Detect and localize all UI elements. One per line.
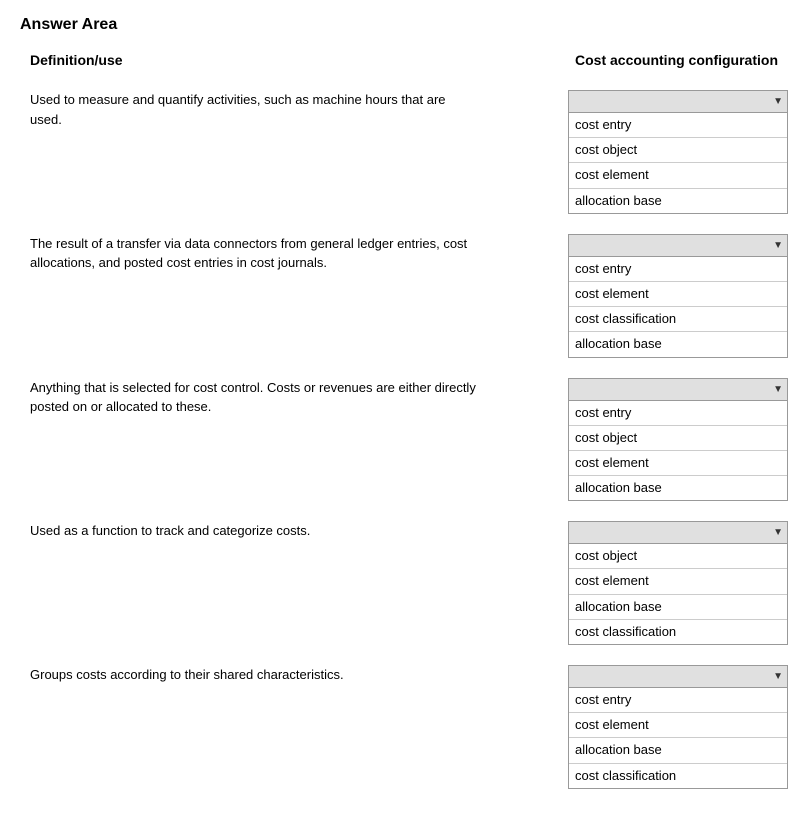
dropdown-container-5: ▼ cost entrycost elementallocation baseco… [500, 665, 788, 789]
dropdown-item-5-3[interactable]: allocation base [569, 738, 787, 763]
definition-text-1: Used to measure and quantify activities,… [20, 90, 500, 129]
dropdown-item-4-1[interactable]: cost object [569, 544, 787, 569]
dropdown-item-1-1[interactable]: cost entry [569, 113, 787, 138]
dropdown-item-4-2[interactable]: cost element [569, 569, 787, 594]
dropdown-header-3[interactable]: ▼ [569, 379, 787, 401]
dropdown-item-3-3[interactable]: cost element [569, 451, 787, 476]
table-row: Used as a function to track and categori… [20, 513, 788, 645]
header-definition: Definition/use [20, 52, 500, 68]
dropdown-header-5[interactable]: ▼ [569, 666, 787, 688]
dropdown-item-5-4[interactable]: cost classification [569, 764, 787, 788]
dropdown-box-4[interactable]: ▼ cost objectcost elementallocation basec… [568, 521, 788, 645]
table-row: The result of a transfer via data connec… [20, 226, 788, 358]
definition-text-5: Groups costs according to their shared c… [20, 665, 500, 685]
chevron-down-icon: ▼ [773, 671, 783, 682]
table-row: Anything that is selected for cost contr… [20, 370, 788, 502]
definition-text-2: The result of a transfer via data connec… [20, 234, 500, 273]
dropdown-header-4[interactable]: ▼ [569, 522, 787, 544]
table-row: Used to measure and quantify activities,… [20, 82, 788, 214]
dropdown-item-5-2[interactable]: cost element [569, 713, 787, 738]
dropdown-box-3[interactable]: ▼ cost entrycost objectcost elementalloca… [568, 378, 788, 502]
definition-text-3: Anything that is selected for cost contr… [20, 378, 500, 417]
chevron-down-icon: ▼ [773, 384, 783, 395]
dropdown-box-1[interactable]: ▼ cost entrycost objectcost elementalloca… [568, 90, 788, 214]
dropdown-item-2-1[interactable]: cost entry [569, 257, 787, 282]
chevron-down-icon: ▼ [773, 96, 783, 107]
dropdown-item-4-4[interactable]: cost classification [569, 620, 787, 644]
chevron-down-icon: ▼ [773, 240, 783, 251]
header-config: Cost accounting configuration [500, 52, 788, 68]
dropdown-header-2[interactable]: ▼ [569, 235, 787, 257]
definition-text-4: Used as a function to track and categori… [20, 521, 500, 541]
dropdown-item-4-3[interactable]: allocation base [569, 595, 787, 620]
dropdown-item-3-4[interactable]: allocation base [569, 476, 787, 500]
dropdown-item-3-1[interactable]: cost entry [569, 401, 787, 426]
table-row: Groups costs according to their shared c… [20, 657, 788, 789]
dropdown-item-3-2[interactable]: cost object [569, 426, 787, 451]
dropdown-container-4: ▼ cost objectcost elementallocation basec… [500, 521, 788, 645]
dropdown-item-1-2[interactable]: cost object [569, 138, 787, 163]
dropdown-header-1[interactable]: ▼ [569, 91, 787, 113]
dropdown-item-1-4[interactable]: allocation base [569, 189, 787, 213]
dropdown-item-2-2[interactable]: cost element [569, 282, 787, 307]
dropdown-item-5-1[interactable]: cost entry [569, 688, 787, 713]
dropdown-item-2-3[interactable]: cost classification [569, 307, 787, 332]
dropdown-container-3: ▼ cost entrycost objectcost elementalloca… [500, 378, 788, 502]
page-title: Answer Area [20, 16, 788, 34]
dropdown-item-1-3[interactable]: cost element [569, 163, 787, 188]
table-header: Definition/use Cost accounting configura… [20, 52, 788, 72]
dropdown-container-2: ▼ cost entrycost elementcost classificati… [500, 234, 788, 358]
dropdown-container-1: ▼ cost entrycost objectcost elementalloca… [500, 90, 788, 214]
dropdown-box-5[interactable]: ▼ cost entrycost elementallocation baseco… [568, 665, 788, 789]
chevron-down-icon: ▼ [773, 527, 783, 538]
dropdown-item-2-4[interactable]: allocation base [569, 332, 787, 356]
dropdown-box-2[interactable]: ▼ cost entrycost elementcost classificati… [568, 234, 788, 358]
